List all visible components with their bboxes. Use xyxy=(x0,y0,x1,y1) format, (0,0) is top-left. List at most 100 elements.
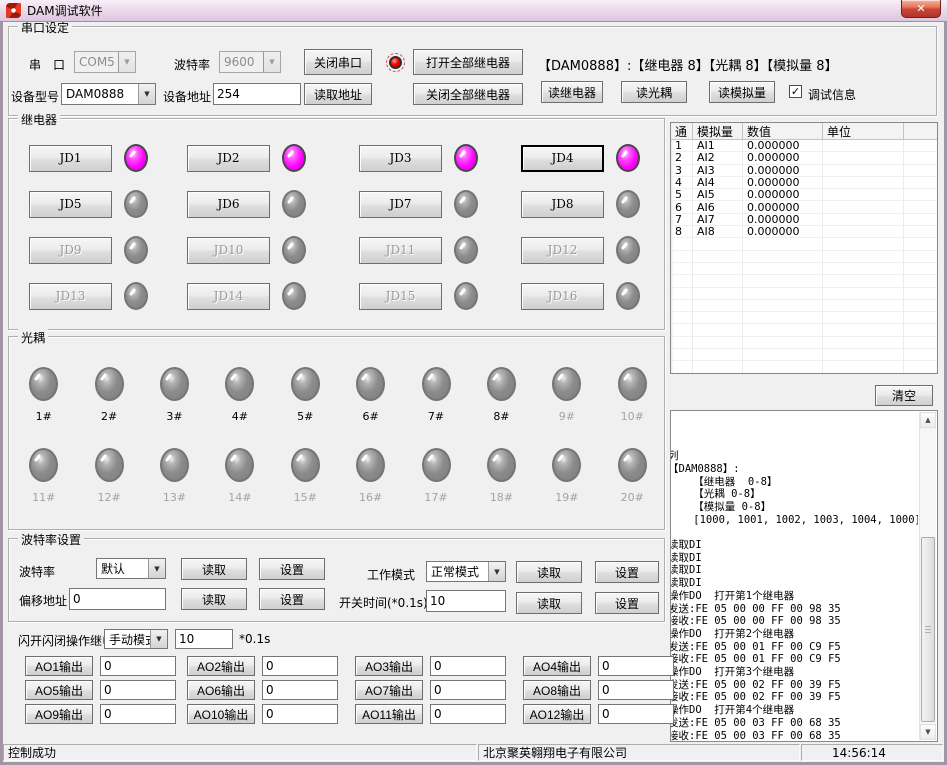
table-row[interactable]: 1 AI1 0.000000 xyxy=(671,140,937,152)
status-time: 14:56:14 xyxy=(801,744,943,761)
flash-mode-select[interactable]: 手动模式 ▼ xyxy=(104,629,168,649)
flash-time-input[interactable] xyxy=(175,629,233,649)
address-input[interactable] xyxy=(213,83,301,105)
relay-toggle-button[interactable]: JD11 xyxy=(359,237,442,264)
table-row[interactable]: 5 AI5 0.000000 xyxy=(671,189,937,201)
ao-output-button[interactable]: AO3输出 xyxy=(355,656,423,676)
col-header-extra[interactable] xyxy=(904,123,937,139)
ao-output-button[interactable]: AO10输出 xyxy=(187,704,255,724)
relay-toggle-button[interactable]: JD9 xyxy=(29,237,112,264)
switch-time-input[interactable] xyxy=(426,590,506,612)
clear-log-button[interactable]: 清空 xyxy=(875,385,933,406)
baud-read-button[interactable]: 读取 xyxy=(181,558,247,580)
offset-read-button[interactable]: 读取 xyxy=(181,588,247,610)
ao-output-input[interactable] xyxy=(262,656,338,676)
close-serial-button[interactable]: 关闭串口 xyxy=(304,49,372,75)
ao-output-input[interactable] xyxy=(430,704,506,724)
ao-output-input[interactable] xyxy=(598,680,674,700)
close-button[interactable]: ✕ xyxy=(901,0,941,18)
ao-output-button[interactable]: AO7输出 xyxy=(355,680,423,700)
ao-output-input[interactable] xyxy=(262,704,338,724)
table-row[interactable]: 2 AI2 0.000000 xyxy=(671,152,937,164)
offset-input[interactable] xyxy=(69,588,166,610)
table-row[interactable]: 8 AI8 0.000000 xyxy=(671,226,937,238)
switch-read-button[interactable]: 读取 xyxy=(516,592,582,614)
scrollbar-thumb[interactable] xyxy=(921,537,935,722)
table-row-empty[interactable] xyxy=(671,312,937,324)
relay-toggle-button[interactable]: JD2 xyxy=(187,145,270,172)
scroll-up-icon[interactable]: ▲ xyxy=(920,412,936,428)
log-scrollbar[interactable]: ▲ ▼ xyxy=(919,412,936,740)
col-header-analog[interactable]: 模拟量 xyxy=(693,123,743,139)
table-row-empty[interactable] xyxy=(671,238,937,250)
relay-toggle-button[interactable]: JD6 xyxy=(187,191,270,218)
relay-toggle-button[interactable]: JD16 xyxy=(521,283,604,310)
ao-output-input[interactable] xyxy=(598,704,674,724)
close-all-relays-button[interactable]: 关闭全部继电器 xyxy=(413,83,523,105)
table-row-empty[interactable] xyxy=(671,324,937,336)
table-row-empty[interactable] xyxy=(671,300,937,312)
table-row[interactable]: 3 AI3 0.000000 xyxy=(671,165,937,177)
offset-set-button[interactable]: 设置 xyxy=(259,588,325,610)
relay-toggle-button[interactable]: JD4 xyxy=(521,145,604,172)
open-all-relays-button[interactable]: 打开全部继电器 xyxy=(413,49,523,75)
relay-toggle-button[interactable]: JD15 xyxy=(359,283,442,310)
read-opto-button[interactable]: 读光耦 xyxy=(621,81,687,103)
relay-toggle-button[interactable]: JD12 xyxy=(521,237,604,264)
read-analog-button[interactable]: 读模拟量 xyxy=(709,81,775,103)
table-row[interactable]: 7 AI7 0.000000 xyxy=(671,214,937,226)
chevron-down-icon: ▼ xyxy=(138,84,155,104)
ao-output-input[interactable] xyxy=(430,680,506,700)
ao-output-input[interactable] xyxy=(262,680,338,700)
ao-output-button[interactable]: AO9输出 xyxy=(25,704,93,724)
table-row-empty[interactable] xyxy=(671,349,937,361)
relay-toggle-button[interactable]: JD8 xyxy=(521,191,604,218)
col-header-channel[interactable]: 通 xyxy=(671,123,693,139)
scroll-down-icon[interactable]: ▼ xyxy=(920,724,936,740)
relay-toggle-button[interactable]: JD13 xyxy=(29,283,112,310)
workmode-read-button[interactable]: 读取 xyxy=(516,561,582,583)
workmode-select[interactable]: 正常模式 ▼ xyxy=(426,561,506,582)
table-row-empty[interactable] xyxy=(671,361,937,373)
ao-output-button[interactable]: AO4输出 xyxy=(523,656,591,676)
baud-select[interactable]: 9600 ▼ xyxy=(219,51,281,73)
table-row-empty[interactable] xyxy=(671,251,937,263)
ao-output-button[interactable]: AO11输出 xyxy=(355,704,423,724)
ao-output-input[interactable] xyxy=(100,680,176,700)
baud-set-button[interactable]: 设置 xyxy=(259,558,325,580)
ao-output-input[interactable] xyxy=(100,704,176,724)
relay-toggle-button[interactable]: JD7 xyxy=(359,191,442,218)
baud-default-select[interactable]: 默认 ▼ xyxy=(96,558,166,579)
ao-output-input[interactable] xyxy=(100,656,176,676)
relay-toggle-button[interactable]: JD5 xyxy=(29,191,112,218)
ao-output-button[interactable]: AO12输出 xyxy=(523,704,591,724)
col-header-value[interactable]: 数值 xyxy=(743,123,823,139)
relay-toggle-button[interactable]: JD14 xyxy=(187,283,270,310)
relay-toggle-button[interactable]: JD3 xyxy=(359,145,442,172)
table-row[interactable]: 6 AI6 0.000000 xyxy=(671,201,937,213)
ao-output-button[interactable]: AO8输出 xyxy=(523,680,591,700)
table-row-empty[interactable] xyxy=(671,288,937,300)
relay-toggle-button[interactable]: JD10 xyxy=(187,237,270,264)
ao-output-input[interactable] xyxy=(430,656,506,676)
port-select[interactable]: COM5 ▼ xyxy=(74,51,136,73)
ao-output-button[interactable]: AO5输出 xyxy=(25,680,93,700)
ao-output-button[interactable]: AO1输出 xyxy=(25,656,93,676)
model-select[interactable]: DAM0888 ▼ xyxy=(61,83,156,105)
switch-set-button[interactable]: 设置 xyxy=(595,592,659,614)
read-address-button[interactable]: 读取地址 xyxy=(304,83,372,105)
ao-output-input[interactable] xyxy=(598,656,674,676)
table-row-empty[interactable] xyxy=(671,275,937,287)
debug-info-checkbox[interactable]: ✓ xyxy=(789,85,802,98)
workmode-set-button[interactable]: 设置 xyxy=(595,561,659,583)
ao-output-button[interactable]: AO6输出 xyxy=(187,680,255,700)
read-relays-button[interactable]: 读继电器 xyxy=(541,81,603,103)
ao-output-button[interactable]: AO2输出 xyxy=(187,656,255,676)
opto-led-icon xyxy=(225,367,254,401)
log-output[interactable]: 列【DAM0888】: 【继电器 0-8】 【光耦 0-8】 【模拟量 0-8】… xyxy=(670,410,938,742)
table-row-empty[interactable] xyxy=(671,263,937,275)
col-header-unit[interactable]: 单位 xyxy=(823,123,904,139)
relay-toggle-button[interactable]: JD1 xyxy=(29,145,112,172)
table-row-empty[interactable] xyxy=(671,337,937,349)
table-row[interactable]: 4 AI4 0.000000 xyxy=(671,177,937,189)
